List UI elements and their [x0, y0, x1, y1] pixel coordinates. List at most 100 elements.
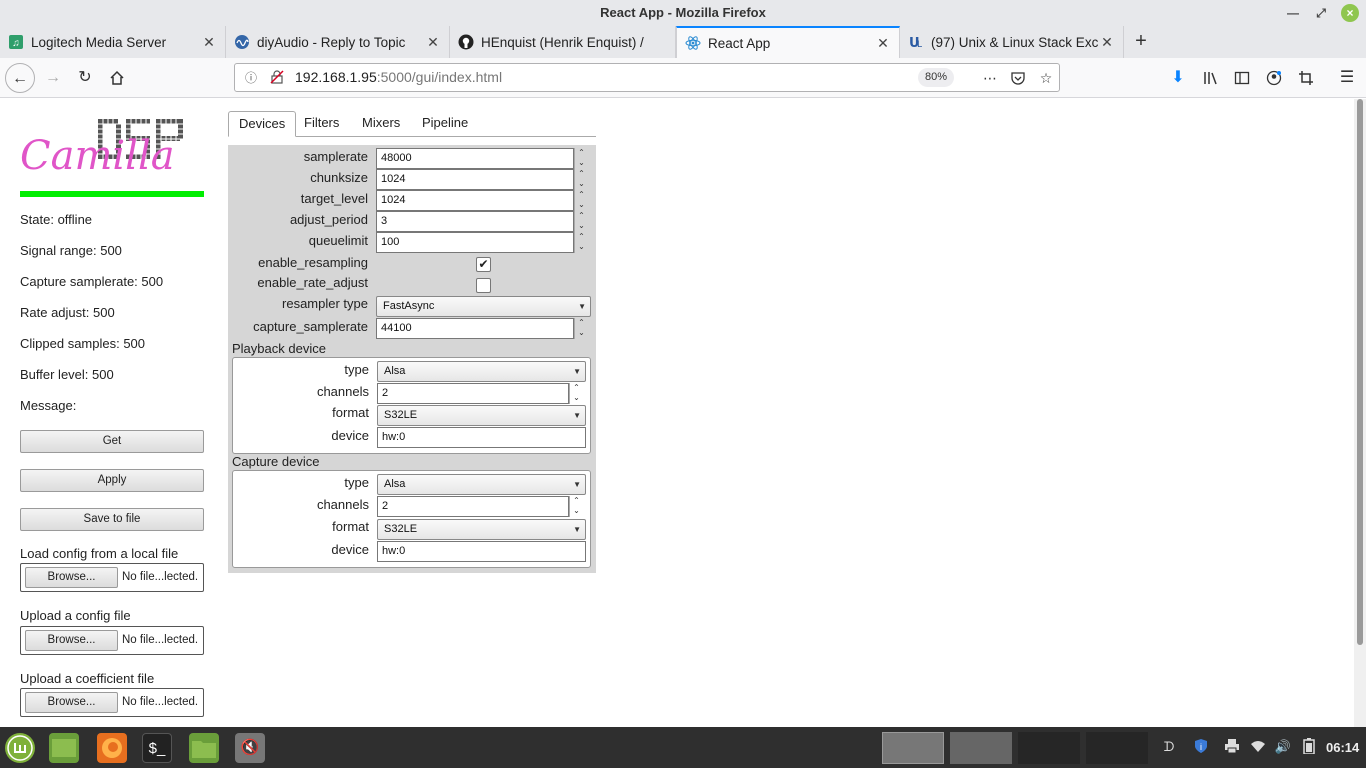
capture-device-label: device: [331, 542, 369, 557]
reload-icon[interactable]: ↻: [70, 63, 100, 93]
queuelimit-input[interactable]: 100: [376, 232, 574, 253]
dropdown-arrow-icon: ▼: [573, 525, 581, 534]
taskbar-window-4[interactable]: [1086, 732, 1148, 764]
samplerate-spinner[interactable]: ⌃ ⌄: [574, 148, 588, 169]
firefox-icon[interactable]: [97, 733, 127, 763]
taskbar: $_ 🔇 ᗪ i 🔊 06:14: [0, 727, 1366, 768]
resampler-type-select[interactable]: FastAsync ▼: [376, 296, 591, 317]
save-to-file-button[interactable]: Save to file: [20, 508, 204, 531]
capture-device-input[interactable]: hw:0: [377, 541, 586, 562]
back-icon[interactable]: ←: [5, 63, 35, 93]
taskbar-window-2[interactable]: [950, 732, 1012, 764]
svg-text:♫: ♫: [12, 38, 20, 49]
get-button[interactable]: Get: [20, 430, 204, 453]
queuelimit-label: queuelimit: [308, 233, 368, 248]
target-level-spinner[interactable]: ⌃ ⌄: [574, 190, 588, 211]
enable-rate-adjust-label: enable_rate_adjust: [257, 275, 368, 290]
menu-icon[interactable]: ☰: [1332, 63, 1362, 93]
enable-resampling-checkbox[interactable]: ✔: [476, 257, 491, 272]
capture-samplerate-input[interactable]: 44100: [376, 318, 574, 339]
browse-button[interactable]: Browse...: [25, 567, 118, 588]
playback-device-input[interactable]: hw:0: [377, 427, 586, 448]
taskbar-window-1[interactable]: [882, 732, 944, 764]
volume-icon[interactable]: 🔊: [1274, 738, 1292, 756]
target-level-input[interactable]: 1024: [376, 190, 574, 211]
browser-tab-diyaudio[interactable]: diyAudio - Reply to Topic ✕: [226, 26, 450, 58]
desktop-icon[interactable]: [49, 733, 79, 763]
terminal-icon[interactable]: $_: [142, 733, 172, 763]
apply-button[interactable]: Apply: [20, 469, 204, 492]
svg-text:L: L: [917, 40, 922, 50]
resampler-type-label: resampler type: [282, 296, 368, 311]
wifi-icon[interactable]: [1249, 738, 1267, 756]
capture-type-select[interactable]: Alsa ▼: [377, 474, 586, 495]
library-icon[interactable]: [1195, 63, 1225, 93]
capture-samplerate-spinner[interactable]: ⌃ ⌄: [574, 318, 588, 339]
tab-close-icon[interactable]: ✕: [425, 34, 441, 51]
browser-tab-unix[interactable]: UL (97) Unix & Linux Stack Exch ✕: [900, 26, 1124, 58]
zoom-level[interactable]: 80%: [918, 68, 955, 87]
playback-channels-spinner[interactable]: ⌃ ⌄: [569, 383, 583, 404]
upload-coefficient-file-input[interactable]: Browse... No file...lected.: [20, 688, 204, 717]
capture-channels-spinner[interactable]: ⌃ ⌄: [569, 496, 583, 517]
minimize-icon[interactable]: —: [1284, 4, 1302, 22]
files-icon[interactable]: [189, 733, 219, 763]
taskbar-window-3[interactable]: [1018, 732, 1080, 764]
capture-channels-input[interactable]: 2: [377, 496, 569, 517]
tab-devices[interactable]: Devices: [228, 111, 297, 137]
battery-icon[interactable]: [1300, 738, 1318, 756]
maximize-icon[interactable]: ⤢: [1312, 4, 1330, 22]
samplerate-input[interactable]: 48000: [376, 148, 574, 169]
enable-rate-adjust-checkbox[interactable]: [476, 278, 491, 293]
chunksize-spinner[interactable]: ⌃ ⌄: [574, 169, 588, 190]
close-window-icon[interactable]: ×: [1341, 4, 1359, 22]
scrollbar-thumb[interactable]: [1357, 99, 1363, 645]
forward-icon[interactable]: →: [38, 63, 68, 93]
upload-config-file-input[interactable]: Browse... No file...lected.: [20, 626, 204, 655]
page-actions-icon[interactable]: ⋯: [980, 68, 1000, 88]
adjust-period-spinner[interactable]: ⌃ ⌄: [574, 211, 588, 232]
sound-settings-icon[interactable]: 🔇: [235, 733, 265, 763]
enable-resampling-label: enable_resampling: [258, 255, 368, 270]
tab-pipeline[interactable]: Pipeline: [412, 111, 478, 137]
load-config-file-input[interactable]: Browse... No file...lected.: [20, 563, 204, 592]
bookmark-star-icon[interactable]: ☆: [1036, 68, 1056, 88]
pocket-icon[interactable]: [1008, 68, 1028, 88]
printer-icon[interactable]: [1223, 738, 1241, 756]
sidebar-icon[interactable]: [1227, 63, 1257, 93]
page-scrollbar[interactable]: [1354, 99, 1366, 727]
react-icon: [685, 35, 701, 51]
tab-filters[interactable]: Filters: [294, 111, 349, 137]
playback-type-select[interactable]: Alsa ▼: [377, 361, 586, 382]
home-icon[interactable]: [102, 63, 132, 93]
browser-tab-logitech[interactable]: ♫ Logitech Media Server ✕: [0, 26, 226, 58]
chunksize-input[interactable]: 1024: [376, 169, 574, 190]
queuelimit-spinner[interactable]: ⌃ ⌄: [574, 232, 588, 253]
shield-icon[interactable]: i: [1192, 738, 1210, 756]
tab-close-icon[interactable]: ✕: [875, 35, 891, 52]
browser-tab-github[interactable]: HEnquist (Henrik Enquist) /: [450, 26, 676, 58]
new-tab-icon[interactable]: +: [1130, 30, 1152, 52]
browser-tab-react-app[interactable]: React App ✕: [676, 26, 900, 58]
capture-format-select[interactable]: S32LE ▼: [377, 519, 586, 540]
browse-button[interactable]: Browse...: [25, 630, 118, 651]
playback-channels-input[interactable]: 2: [377, 383, 569, 404]
playback-device-label: device: [331, 428, 369, 443]
insecure-lock-icon[interactable]: [269, 70, 285, 86]
bluetooth-icon[interactable]: ᗪ: [1160, 738, 1178, 756]
downloads-icon[interactable]: ⬇: [1163, 63, 1193, 93]
account-icon[interactable]: [1259, 63, 1289, 93]
url-bar[interactable]: ⓘ 192.168.1.95:5000/gui/index.html 80% ⋯…: [234, 63, 1060, 92]
file-status: No file...lected.: [122, 571, 199, 583]
mint-menu-icon[interactable]: [5, 733, 35, 763]
browse-button[interactable]: Browse...: [25, 692, 118, 713]
tab-close-icon[interactable]: ✕: [201, 34, 217, 51]
playback-format-select[interactable]: S32LE ▼: [377, 405, 586, 426]
adjust-period-input[interactable]: 3: [376, 211, 574, 232]
upload-coefficient-label: Upload a coefficient file: [20, 671, 155, 686]
capture-samplerate-label: capture_samplerate: [253, 319, 368, 334]
tab-mixers[interactable]: Mixers: [352, 111, 410, 137]
info-icon[interactable]: ⓘ: [243, 70, 259, 86]
screenshot-icon[interactable]: [1291, 63, 1321, 93]
tab-close-icon[interactable]: ✕: [1099, 34, 1115, 51]
